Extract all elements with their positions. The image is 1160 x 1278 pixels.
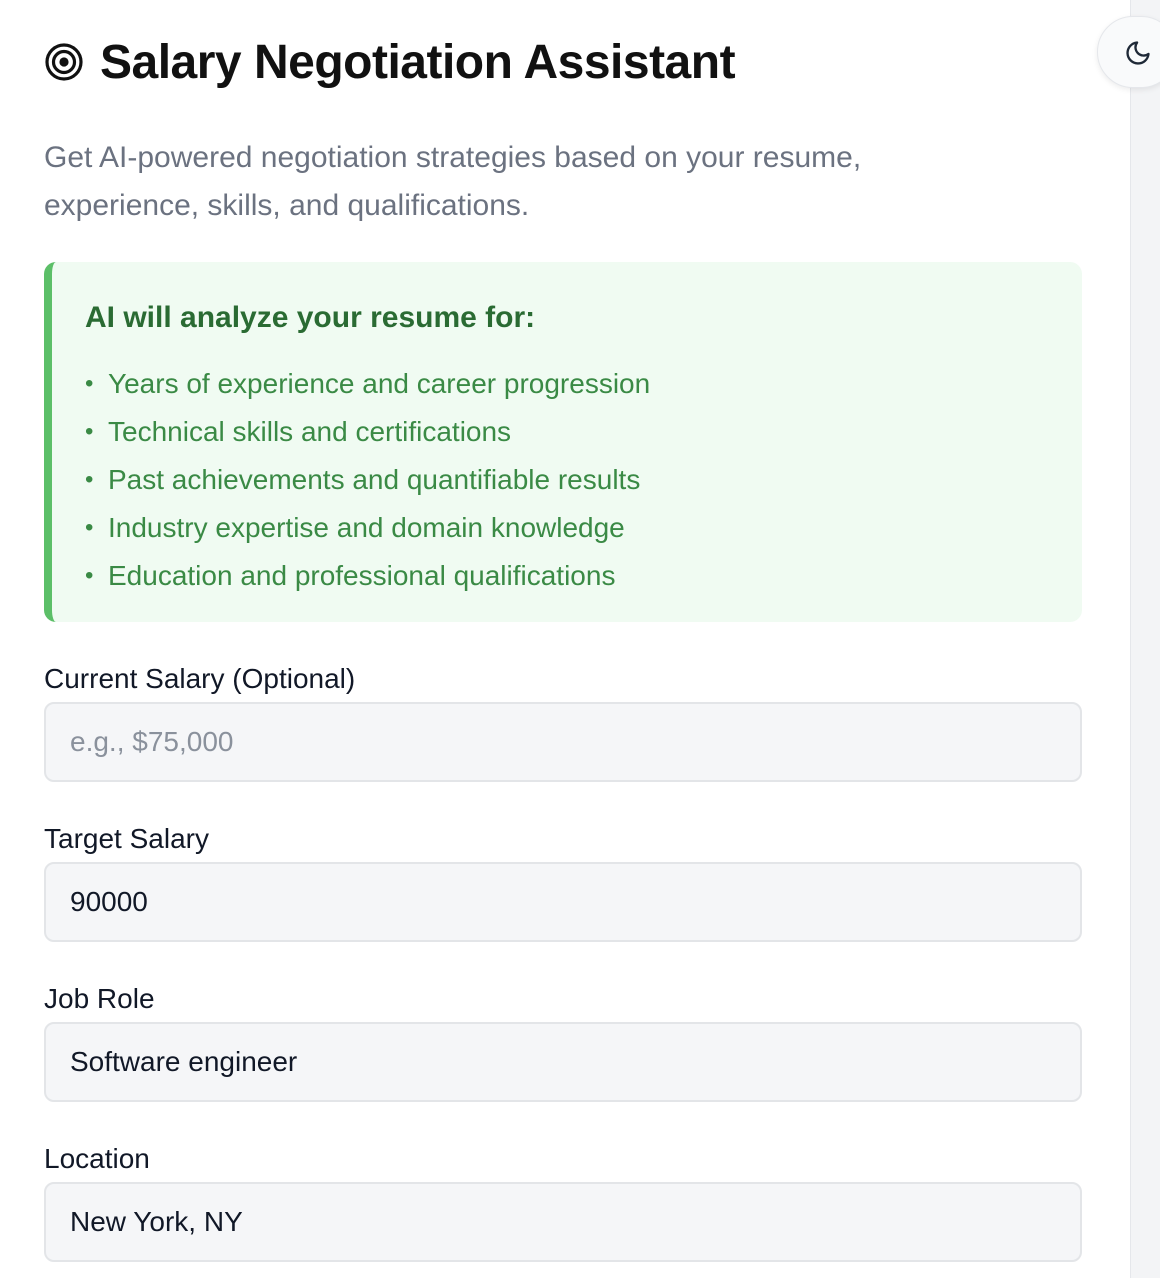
scrollbar-track[interactable]	[1130, 0, 1160, 1278]
page-subtitle: Get AI-powered negotiation strategies ba…	[44, 141, 862, 222]
bullet-icon: •	[85, 514, 94, 541]
current-salary-label: Current Salary (Optional)	[44, 663, 356, 694]
info-box-list: • Years of experience and career progress…	[85, 360, 1082, 600]
target-icon	[45, 43, 83, 81]
list-item: • Education and professional qualificatio…	[85, 552, 1082, 600]
job-role-input[interactable]	[44, 1022, 1082, 1102]
location-input[interactable]	[44, 1182, 1082, 1262]
bullet-icon: •	[85, 466, 94, 493]
list-item: • Past achievements and quantifiable resu…	[85, 456, 1082, 504]
list-item: • Years of experience and career progress…	[85, 360, 1082, 408]
bullet-icon: •	[85, 418, 94, 445]
page-title: Salary Negotiation Assistant	[100, 35, 736, 89]
target-salary-input[interactable]	[44, 862, 1082, 942]
location-label: Location	[44, 1143, 150, 1174]
page: Salary Negotiation Assistant Get AI-powe…	[0, 0, 1160, 1278]
list-item-text: Education and professional qualification…	[108, 560, 616, 591]
target-salary-label: Target Salary	[44, 823, 209, 854]
theme-toggle-button[interactable]	[1097, 16, 1160, 88]
list-item-text: Technical skills and certifications	[108, 416, 512, 447]
list-item-text: Years of experience and career progressi…	[108, 368, 651, 399]
list-item: • Industry expertise and domain knowledge	[85, 504, 1082, 552]
bullet-icon: •	[85, 370, 94, 397]
current-salary-input[interactable]	[44, 702, 1082, 782]
moon-icon	[1126, 41, 1150, 65]
info-box-title: AI will analyze your resume for:	[85, 301, 536, 334]
resume-analysis-info-box: AI will analyze your resume for: • Years …	[44, 262, 1082, 622]
job-role-label: Job Role	[44, 983, 155, 1014]
bullet-icon: •	[85, 562, 94, 589]
list-item: • Technical skills and certifications	[85, 408, 1082, 456]
header: Salary Negotiation Assistant	[44, 32, 736, 92]
list-item-text: Past achievements and quantifiable resul…	[108, 464, 641, 495]
list-item-text: Industry expertise and domain knowledge	[108, 512, 625, 543]
